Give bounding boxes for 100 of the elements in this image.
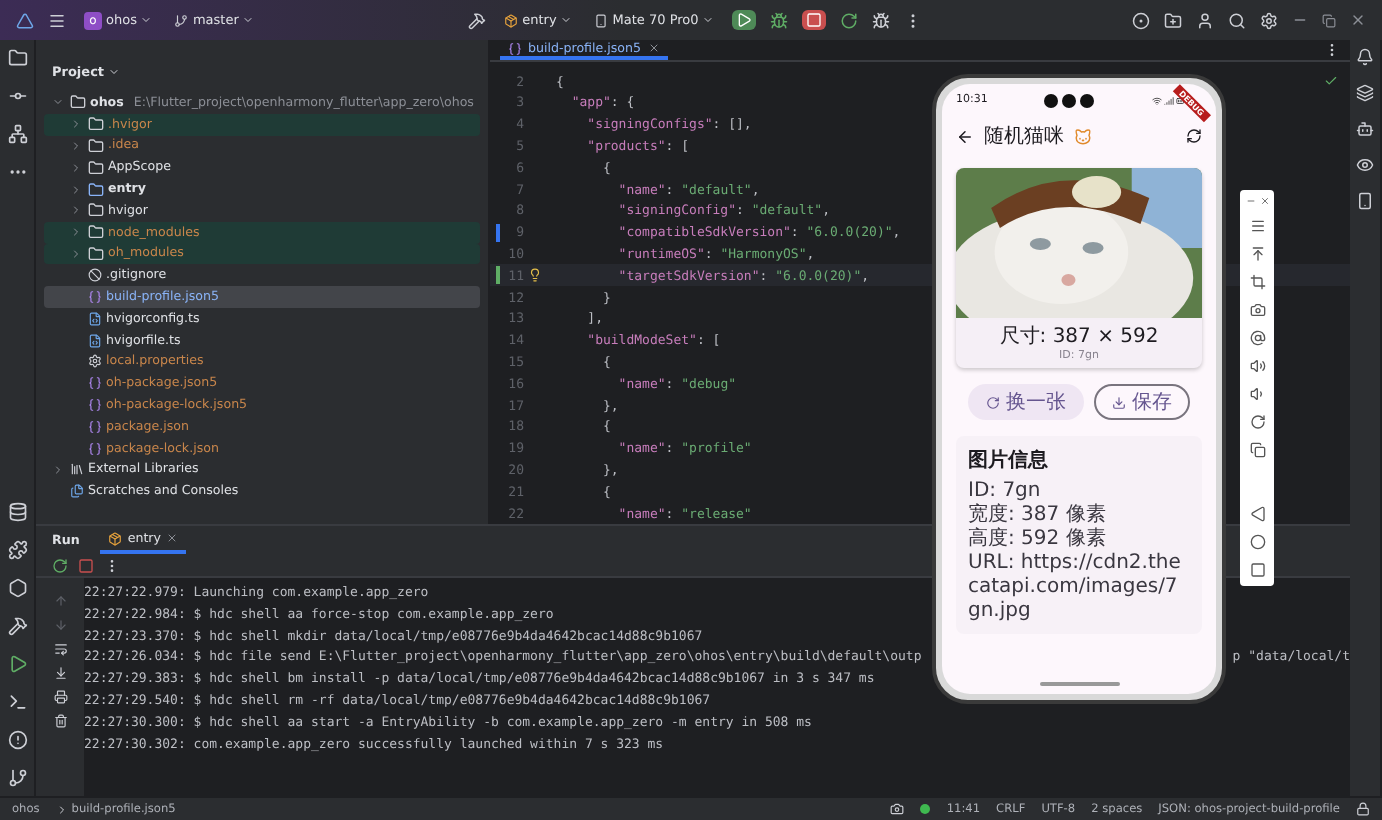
braces-icon[interactable] bbox=[88, 398, 102, 413]
chevron-down-icon bbox=[242, 14, 255, 26]
refresh-icon[interactable] bbox=[1186, 128, 1202, 144]
robot-icon[interactable] bbox=[1356, 120, 1374, 138]
hammer-icon[interactable] bbox=[468, 11, 487, 29]
braces-icon[interactable] bbox=[88, 419, 102, 434]
rotate-icon[interactable] bbox=[1249, 414, 1265, 430]
action-button[interactable]: 保存 bbox=[1094, 384, 1190, 420]
home-icon[interactable] bbox=[1249, 534, 1265, 550]
settings-icon[interactable] bbox=[1260, 11, 1279, 29]
print-icon[interactable] bbox=[53, 690, 67, 704]
puzzle-icon[interactable] bbox=[7, 540, 27, 560]
recents-icon[interactable] bbox=[1249, 562, 1265, 578]
folder-icon[interactable] bbox=[88, 224, 104, 241]
ban-icon[interactable] bbox=[88, 268, 102, 283]
phone-icon[interactable] bbox=[1356, 192, 1374, 210]
volume-down-icon[interactable] bbox=[1249, 386, 1265, 402]
user-icon[interactable] bbox=[1196, 11, 1215, 29]
folder-icon[interactable] bbox=[1164, 11, 1183, 29]
file-code-icon[interactable] bbox=[88, 311, 102, 326]
folder-icon[interactable] bbox=[88, 159, 104, 176]
wrap-icon[interactable] bbox=[53, 642, 67, 656]
home-indicator bbox=[1039, 682, 1119, 686]
camera-dot bbox=[1062, 93, 1077, 107]
phone-icon bbox=[594, 13, 609, 27]
gear-icon[interactable] bbox=[88, 354, 102, 369]
download-icon[interactable] bbox=[1112, 395, 1126, 409]
file-code-icon[interactable] bbox=[88, 333, 102, 348]
hexagon-icon[interactable] bbox=[7, 578, 27, 598]
bell-icon[interactable] bbox=[1356, 48, 1374, 66]
menu-icon[interactable] bbox=[1249, 218, 1265, 234]
battery-icon bbox=[1175, 95, 1186, 105]
close-icon[interactable] bbox=[647, 42, 660, 55]
back-icon[interactable] bbox=[956, 127, 974, 145]
fold-icon[interactable] bbox=[1249, 442, 1265, 458]
cat-icon bbox=[1074, 127, 1092, 145]
chevron-right-icon bbox=[55, 803, 68, 815]
eye-icon[interactable] bbox=[1356, 156, 1374, 174]
info-line: 宽度: 387 像素 bbox=[968, 504, 1108, 527]
info-title: 图片信息 bbox=[968, 447, 1050, 474]
braces-icon[interactable] bbox=[88, 290, 102, 305]
braces-icon bbox=[508, 41, 522, 56]
menu-icon[interactable] bbox=[48, 11, 66, 29]
crop-icon[interactable] bbox=[1249, 274, 1265, 290]
package-icon bbox=[504, 13, 519, 27]
bug-icon[interactable] bbox=[872, 11, 891, 29]
library-icon[interactable] bbox=[70, 462, 84, 477]
info-line: 高度: 592 像素 bbox=[968, 528, 1108, 552]
folder-icon[interactable] bbox=[88, 245, 104, 262]
info-line: URL: https://cdn2.thecatapi.com/images/7gn.jpg bbox=[968, 552, 1183, 624]
camera-dot bbox=[1080, 93, 1095, 107]
scroll-end-icon[interactable] bbox=[53, 666, 67, 680]
close-icon[interactable] bbox=[1350, 12, 1367, 28]
rerun-icon[interactable] bbox=[52, 557, 68, 573]
problems-icon[interactable] bbox=[7, 730, 27, 750]
target-icon[interactable] bbox=[1132, 11, 1151, 29]
chevron-down-icon bbox=[560, 14, 573, 26]
close-icon[interactable] bbox=[166, 532, 179, 544]
stop-button[interactable] bbox=[802, 10, 827, 30]
folder-icon[interactable] bbox=[88, 137, 104, 154]
pin-icon[interactable] bbox=[1249, 246, 1265, 262]
size-caption: 尺寸: 387 × 592 bbox=[999, 323, 1159, 350]
back-icon[interactable] bbox=[1249, 506, 1265, 522]
status-dot bbox=[920, 804, 931, 814]
camera-dot bbox=[1044, 93, 1059, 107]
signal-icon bbox=[1163, 95, 1174, 105]
braces-icon[interactable] bbox=[88, 376, 102, 391]
info-line: ID: 7gn bbox=[968, 480, 1043, 503]
play-icon bbox=[736, 12, 753, 28]
search-icon[interactable] bbox=[1228, 11, 1247, 29]
run-icon[interactable] bbox=[7, 654, 27, 674]
check-icon bbox=[1324, 74, 1338, 89]
folder-icon[interactable] bbox=[88, 116, 104, 133]
folder-icon[interactable] bbox=[7, 48, 27, 68]
structure-icon[interactable] bbox=[7, 124, 27, 144]
logo-icon[interactable] bbox=[16, 11, 34, 29]
volume-up-icon[interactable] bbox=[1249, 358, 1265, 374]
camera-icon[interactable] bbox=[1249, 302, 1265, 318]
lock-icon[interactable] bbox=[1356, 802, 1370, 816]
folder-icon[interactable] bbox=[70, 94, 86, 111]
action-button[interactable]: 换一张 bbox=[968, 384, 1084, 420]
folder-icon[interactable] bbox=[88, 181, 104, 198]
files-icon[interactable] bbox=[70, 484, 84, 499]
terminal-icon[interactable] bbox=[7, 692, 27, 712]
rerun-icon[interactable] bbox=[840, 11, 859, 29]
lightbulb-icon[interactable] bbox=[528, 268, 542, 283]
hammer-icon[interactable] bbox=[7, 616, 27, 636]
chevron-down-icon bbox=[140, 14, 153, 26]
folder-icon[interactable] bbox=[88, 202, 104, 219]
branch-icon bbox=[174, 13, 189, 27]
bug-icon[interactable] bbox=[770, 11, 789, 29]
restore-icon[interactable] bbox=[1322, 13, 1337, 27]
trash-icon[interactable] bbox=[53, 714, 67, 728]
wifi-icon bbox=[1151, 95, 1162, 105]
at-sign-icon[interactable] bbox=[1249, 330, 1265, 346]
layers-icon[interactable] bbox=[1356, 84, 1374, 102]
braces-icon[interactable] bbox=[88, 441, 102, 456]
database-icon[interactable] bbox=[7, 502, 27, 522]
run-button[interactable] bbox=[732, 10, 757, 30]
git-icon[interactable] bbox=[7, 768, 27, 788]
